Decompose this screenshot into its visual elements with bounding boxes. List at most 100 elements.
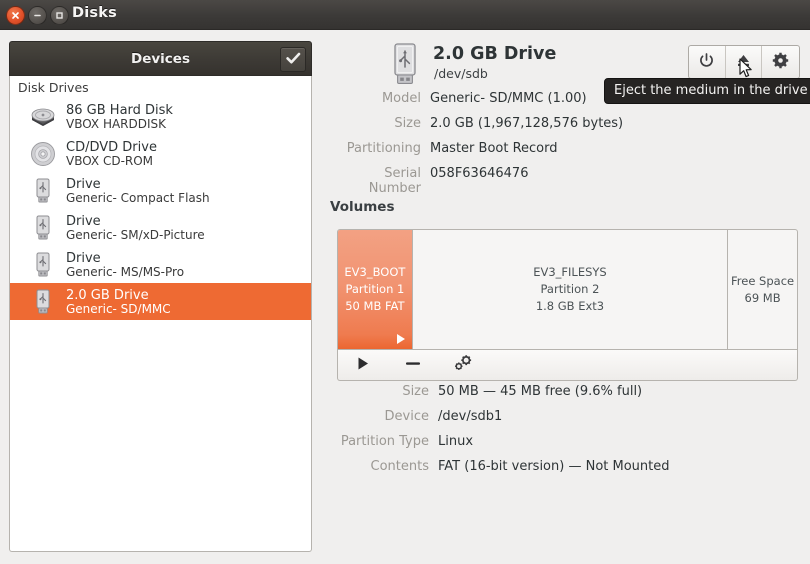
devices-group-label: Disk Drives (18, 80, 89, 95)
optical-disc-icon (28, 139, 58, 169)
sidebar-item-text: CD/DVD Drive VBOX CD-ROM (66, 140, 157, 167)
power-icon (698, 52, 715, 73)
volume-name: Free Space (731, 273, 795, 288)
property-label: Device (384, 409, 429, 424)
sidebar-item-name: 2.0 GB Drive (66, 287, 149, 303)
drive-title: 2.0 GB Drive (433, 44, 557, 64)
property-label: Size (394, 116, 421, 131)
sidebar-item-name: Drive (66, 176, 101, 192)
usb-drive-icon (28, 250, 58, 280)
property-value: /dev/sdb1 (438, 409, 503, 424)
usb-drive-icon (28, 287, 58, 317)
devices-sidebar: Devices Disk Drives 86 GB Hard Disk VBOX… (9, 41, 312, 552)
title-bar: Disks (0, 0, 810, 30)
volume-size: 1.8 GB Ext3 (535, 298, 605, 313)
devices-header-title: Devices (131, 50, 190, 67)
sidebar-item-sub: Generic- SD/MMC (66, 301, 171, 316)
maximize-button[interactable] (50, 6, 69, 25)
sidebar-item-text: Drive Generic- SM/xD-Picture (66, 214, 205, 241)
volume-segment-ev3-boot[interactable]: EV3_BOOT Partition 1 50 MB FAT (338, 230, 413, 349)
property-row: Partitioning Master Boot Record (330, 141, 750, 166)
property-row: Serial Number 058F63646476 (330, 166, 750, 196)
property-row: Device /dev/sdb1 (330, 409, 750, 434)
more-actions-button[interactable] (452, 354, 474, 376)
sidebar-item-name: Drive (66, 250, 101, 266)
minimize-button[interactable] (28, 6, 47, 25)
devices-list[interactable]: Disk Drives 86 GB Hard Disk VBOX HARDDIS… (9, 76, 312, 552)
sidebar-item-name: 86 GB Hard Disk (66, 102, 173, 118)
drive-settings-button[interactable] (762, 46, 799, 78)
volume-labels: EV3_FILESYS Partition 2 1.8 GB Ext3 (533, 264, 607, 314)
usb-drive-icon (28, 176, 58, 206)
check-icon (285, 50, 301, 69)
sidebar-item-sub: VBOX HARDDISK (66, 116, 167, 131)
volume-partition: Partition 2 (540, 282, 600, 297)
mount-volume-button[interactable] (352, 354, 374, 376)
disks-application-window: Disks Devices Disk Drives 86 GB Hard Dis… (0, 0, 810, 564)
sidebar-item-text: 86 GB Hard Disk VBOX HARDDISK (66, 103, 173, 130)
partition-properties: Size 50 MB — 45 MB free (9.6% full) Devi… (330, 384, 750, 484)
gears-icon (453, 354, 473, 376)
property-row: Size 2.0 GB (1,967,128,576 bytes) (330, 116, 750, 141)
volumes-section-title: Volumes (330, 199, 395, 215)
volume-name: EV3_FILESYS (533, 265, 607, 280)
property-label: Partitioning (346, 141, 421, 156)
window-title: Disks (72, 5, 117, 21)
property-value: FAT (16-bit version) — Not Mounted (438, 459, 670, 474)
sidebar-item-sub: VBOX CD-ROM (66, 153, 154, 168)
volume-labels: Free Space 69 MB (731, 273, 794, 306)
property-label: Size (402, 384, 429, 399)
sidebar-item-sub: Generic- MS/MS-Pro (66, 264, 185, 279)
property-value: 058F63646476 (430, 166, 529, 181)
eject-tooltip: Eject the medium in the drive (604, 78, 810, 104)
volume-name: EV3_BOOT (344, 265, 406, 280)
play-icon (356, 356, 370, 375)
property-row: Partition Type Linux (330, 434, 750, 459)
drive-usb-icon (384, 42, 426, 94)
sidebar-item-text: Drive Generic- MS/MS-Pro (66, 251, 184, 278)
sidebar-item-drive-sm-xd-picture[interactable]: Drive Generic- SM/xD-Picture (10, 209, 311, 246)
property-label: Serial Number (368, 166, 421, 196)
property-value: Linux (438, 434, 474, 449)
property-row: Contents FAT (16-bit version) — Not Moun… (330, 459, 750, 484)
devices-confirm-button[interactable] (280, 47, 306, 72)
volume-size: 69 MB (744, 290, 781, 305)
volume-segment-ev3-filesys[interactable]: EV3_FILESYS Partition 2 1.8 GB Ext3 (413, 230, 729, 349)
sidebar-item-name: CD/DVD Drive (66, 139, 157, 155)
close-button[interactable] (6, 6, 25, 25)
minus-icon (405, 356, 421, 375)
sidebar-item-cd-dvd-drive[interactable]: CD/DVD Drive VBOX CD-ROM (10, 135, 311, 172)
mouse-cursor (739, 58, 755, 84)
power-off-button[interactable] (689, 46, 726, 78)
volumes-bar: EV3_BOOT Partition 1 50 MB FAT EV3_FILES… (337, 229, 798, 350)
hard-disk-icon (28, 102, 58, 132)
property-row: Size 50 MB — 45 MB free (9.6% full) (330, 384, 750, 409)
sidebar-item-hard-disk[interactable]: 86 GB Hard Disk VBOX HARDDISK (10, 98, 311, 135)
volume-partition: Partition 1 (345, 282, 405, 297)
delete-partition-button[interactable] (402, 354, 424, 376)
sidebar-item-sub: Generic- Compact Flash (66, 190, 210, 205)
sidebar-item-text: 2.0 GB Drive Generic- SD/MMC (66, 288, 171, 315)
sidebar-item-2gb-drive[interactable]: 2.0 GB Drive Generic- SD/MMC (10, 283, 311, 320)
sidebar-item-text: Drive Generic- Compact Flash (66, 177, 210, 204)
property-value: 2.0 GB (1,967,128,576 bytes) (430, 116, 624, 131)
drive-device-path: /dev/sdb (434, 66, 488, 81)
volume-labels: EV3_BOOT Partition 1 50 MB FAT (344, 264, 405, 314)
property-label: Model (381, 91, 421, 106)
property-label: Contents (370, 459, 429, 474)
volume-segment-free-space[interactable]: Free Space 69 MB (728, 230, 797, 349)
gear-icon (772, 52, 789, 73)
play-triangle-icon (396, 334, 405, 344)
property-value: Master Boot Record (430, 141, 558, 156)
devices-header: Devices (9, 41, 312, 76)
sidebar-item-drive-compact-flash[interactable]: Drive Generic- Compact Flash (10, 172, 311, 209)
usb-drive-icon (28, 213, 58, 243)
volume-size: 50 MB FAT (345, 298, 405, 313)
drive-properties: Model Generic- SD/MMC (1.00) Size 2.0 GB… (330, 91, 750, 196)
property-value: 50 MB — 45 MB free (9.6% full) (438, 384, 643, 399)
property-value: Generic- SD/MMC (1.00) (430, 91, 587, 106)
window-controls (6, 6, 69, 25)
sidebar-item-drive-ms-pro[interactable]: Drive Generic- MS/MS-Pro (10, 246, 311, 283)
property-label: Partition Type (340, 434, 429, 449)
sidebar-item-sub: Generic- SM/xD-Picture (66, 227, 205, 242)
